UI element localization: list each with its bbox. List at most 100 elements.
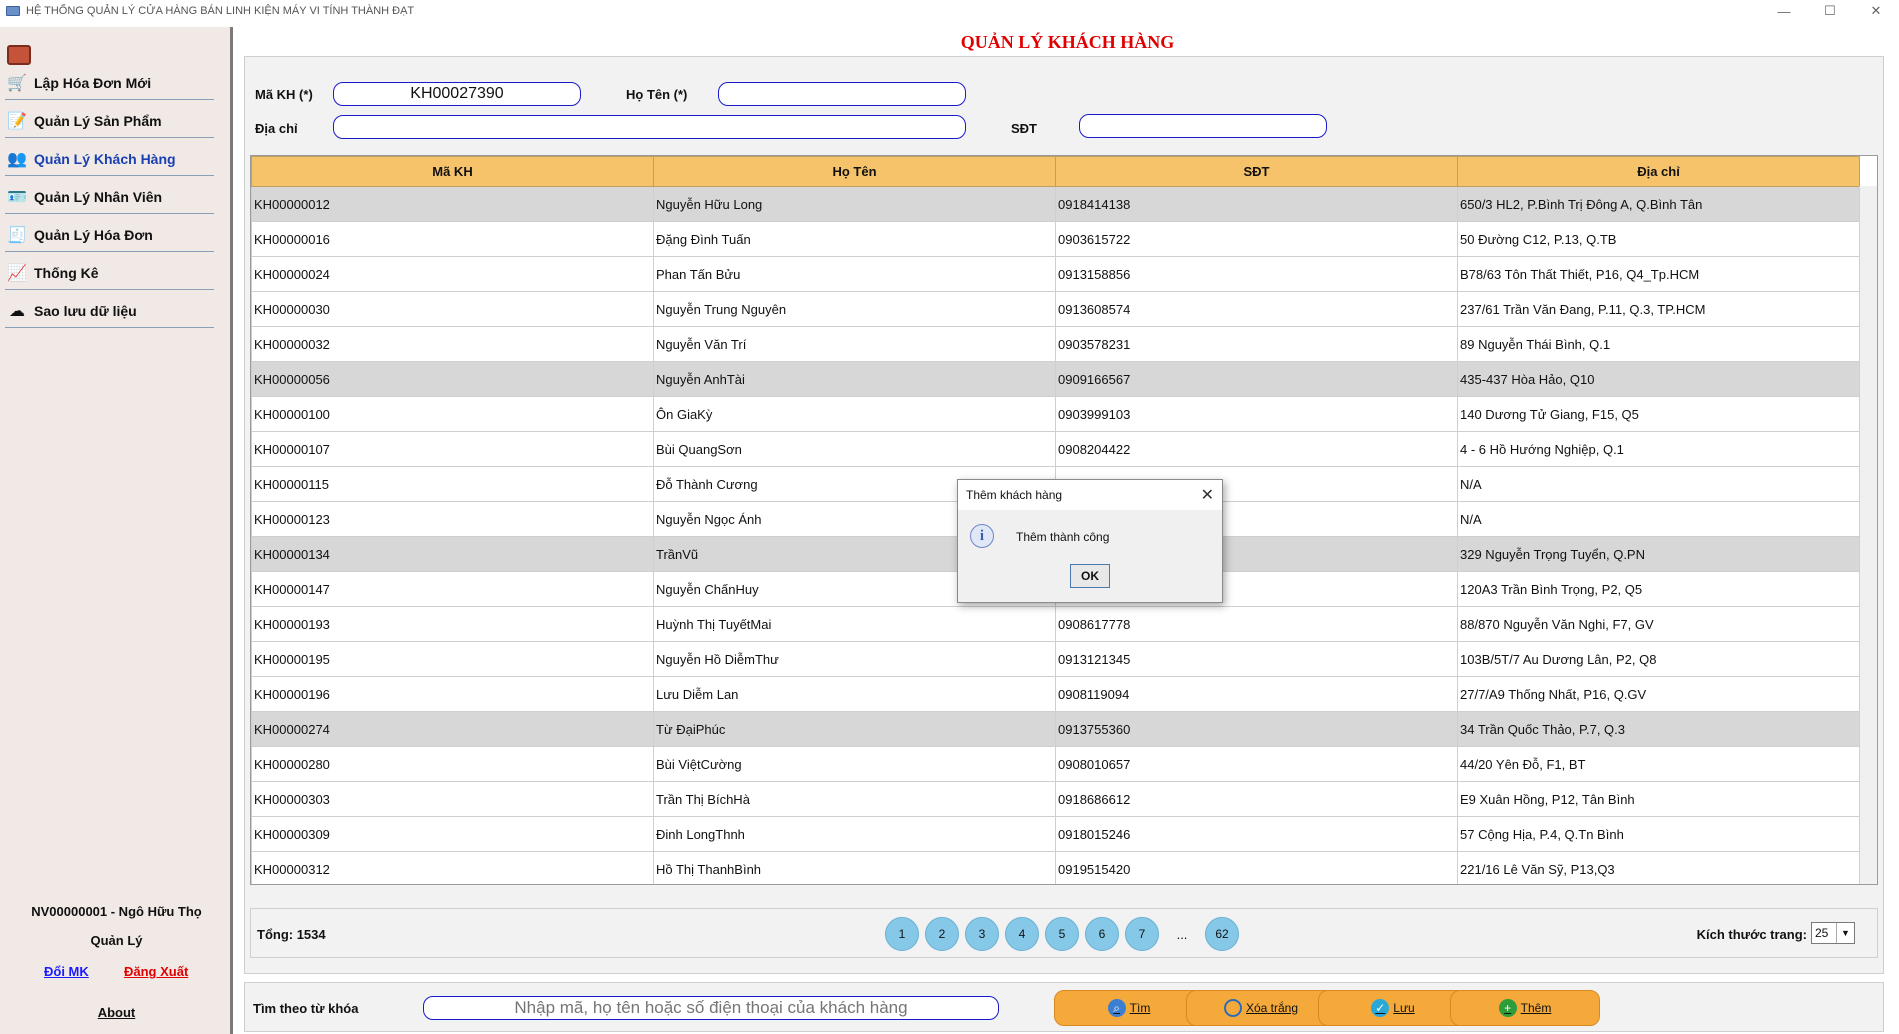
ho-ten-field[interactable] <box>718 82 966 106</box>
table-cell: KH00000016 <box>251 221 654 257</box>
table-row[interactable]: KH00000193 Huỳnh Thị TuyếtMai 0908617778 88… <box>251 606 1860 642</box>
table-cell: Từ ĐạiPhúc <box>653 711 1056 747</box>
table-cell: 0908010657 <box>1055 746 1458 782</box>
dia-chi-label: Địa chỉ <box>255 121 298 136</box>
table-cell: Đinh LongThnh <box>653 816 1056 852</box>
sidebar-item-products[interactable]: 📝 Quản Lý Sản Phẩm <box>5 104 214 138</box>
save-button[interactable]: ✓ Lưu <box>1318 990 1468 1026</box>
pagination-bar: Tổng: 1534 1 2 3 4 5 6 7 ... 62 Kích thư… <box>250 908 1878 958</box>
table-row[interactable]: KH00000012 Nguyễn Hữu Long 0918414138 650/3… <box>251 186 1860 222</box>
dialog-title: Thêm khách hàng <box>966 488 1063 502</box>
success-dialog: Thêm khách hàng ✕ i Thêm thành công OK <box>957 479 1223 603</box>
table-cell: 435-437 Hòa Hảo, Q10 <box>1457 361 1860 397</box>
sidebar-item-backup[interactable]: ☁ Sao lưu dữ liệu <box>5 294 214 328</box>
ho-ten-label: Họ Tên (*) <box>626 87 688 102</box>
table-row[interactable]: KH00000303 Trần Thị BíchHà 0918686612 E9 Xu… <box>251 781 1860 817</box>
clear-button[interactable]: Xóa trắng <box>1186 990 1336 1026</box>
table-row[interactable]: KH00000100 Ôn GiaKỳ 0903999103 140 Dương Tử… <box>251 396 1860 432</box>
table-row[interactable]: KH00000312 Hồ Thị ThanhBình 0919515420 221/… <box>251 851 1860 884</box>
page-button-1[interactable]: 1 <box>885 917 919 951</box>
page-button-3[interactable]: 3 <box>965 917 999 951</box>
table-scrollbar[interactable] <box>1859 186 1877 884</box>
minimize-icon[interactable]: — <box>1761 0 1807 22</box>
table-cell: 0918686612 <box>1055 781 1458 817</box>
table-row[interactable]: KH00000309 Đinh LongThnh 0918015246 57 Cộng… <box>251 816 1860 852</box>
page-button-6[interactable]: 6 <box>1085 917 1119 951</box>
maximize-icon[interactable]: ☐ <box>1807 0 1853 22</box>
table-cell: 0903999103 <box>1055 396 1458 432</box>
page-button-4[interactable]: 4 <box>1005 917 1039 951</box>
table-cell: 103B/5T/7 Au Dương Lân, P2, Q8 <box>1457 641 1860 677</box>
page-button-2[interactable]: 2 <box>925 917 959 951</box>
table-cell: 27/7/A9 Thống Nhất, P16, Q.GV <box>1457 676 1860 712</box>
ma-kh-field[interactable] <box>333 82 581 106</box>
table-row[interactable]: KH00000056 Nguyễn AnhTài 0909166567 435-437… <box>251 361 1860 397</box>
table-row[interactable]: KH00000032 Nguyễn Văn Trí 0903578231 89 Ngu… <box>251 326 1860 362</box>
table-cell: Nguyễn Hồ DiễmThư <box>653 641 1056 677</box>
table-cell: 0908204422 <box>1055 431 1458 467</box>
table-row[interactable]: KH00000024 Phan Tấn Bửu 0913158856 B78/63 T… <box>251 256 1860 292</box>
table-row[interactable]: KH00000107 Bùi QuangSơn 0908204422 4 - 6 Hồ… <box>251 431 1860 467</box>
table-cell: Ôn GiaKỳ <box>653 396 1056 432</box>
find-button[interactable]: ⌕ Tìm <box>1054 990 1204 1026</box>
table-cell: KH00000309 <box>251 816 654 852</box>
table-cell: 329 Nguyễn Trọng Tuyển, Q.PN <box>1457 536 1860 572</box>
table-row[interactable]: KH00000030 Nguyễn Trung Nguyên 0913608574 2… <box>251 291 1860 327</box>
ma-kh-label: Mã KH (*) <box>255 87 313 102</box>
table-row[interactable]: KH00000196 Lưu Diễm Lan 0908119094 27/7/A9 … <box>251 676 1860 712</box>
sidebar-item-create-invoice[interactable]: 🛒 Lập Hóa Đơn Mới <box>5 66 214 100</box>
page-ellipsis: ... <box>1176 926 1188 942</box>
column-header-ho-ten[interactable]: Họ Tên <box>653 156 1056 187</box>
table-cell: 0913608574 <box>1055 291 1458 327</box>
sidebar-item-label: Thống Kê <box>34 264 99 281</box>
table-cell: E9 Xuân Hồng, P12, Tân Bình <box>1457 781 1860 817</box>
sidebar-item-invoices[interactable]: 🧾 Quản Lý Hóa Đơn <box>5 218 214 252</box>
add-button[interactable]: + Thêm <box>1450 990 1600 1026</box>
close-icon[interactable]: ✕ <box>1201 485 1214 505</box>
sidebar-item-customers[interactable]: 👥 Quản Lý Khách Hàng <box>5 142 214 176</box>
dia-chi-field[interactable] <box>333 115 966 139</box>
page-button-5[interactable]: 5 <box>1045 917 1079 951</box>
search-input[interactable] <box>423 996 999 1020</box>
sidebar-item-label: Sao lưu dữ liệu <box>34 302 137 319</box>
chevron-down-icon[interactable]: ▼ <box>1836 923 1854 943</box>
table-row[interactable]: KH00000274 Từ ĐạiPhúc 0913755360 34 Trần Qu… <box>251 711 1860 747</box>
table-cell: N/A <box>1457 501 1860 537</box>
refresh-icon <box>1223 999 1242 1017</box>
close-icon[interactable]: ✕ <box>1853 0 1899 22</box>
sidebar-item-employees[interactable]: 🪪 Quản Lý Nhân Viên <box>5 180 214 214</box>
table-row[interactable]: KH00000280 Bùi ViệtCường 0908010657 44/20 Y… <box>251 746 1860 782</box>
table-cell: Bùi QuangSơn <box>653 431 1056 467</box>
table-cell: 0913121345 <box>1055 641 1458 677</box>
column-header-ma-kh[interactable]: Mã KH <box>251 156 654 187</box>
clear-button-label: Xóa trắng <box>1245 1001 1299 1015</box>
table-cell: Nguyễn Hữu Long <box>653 186 1056 222</box>
ok-button[interactable]: OK <box>1070 564 1110 588</box>
table-cell: KH00000024 <box>251 256 654 292</box>
column-header-dia-chi[interactable]: Địa chỉ <box>1457 156 1860 187</box>
page-button-7[interactable]: 7 <box>1125 917 1159 951</box>
window-title: HỆ THỐNG QUẢN LÝ CỬA HÀNG BÁN LINH KIỆN … <box>26 5 415 17</box>
change-password-link[interactable]: Đổi MK <box>44 964 89 979</box>
edit-document-icon: 📝 <box>7 112 27 130</box>
search-icon: ⌕ <box>1107 999 1126 1017</box>
sidebar: 🛒 Lập Hóa Đơn Mới 📝 Quản Lý Sản Phẩm 👥 Q… <box>0 27 233 1034</box>
employee-card-icon: 🪪 <box>7 188 27 206</box>
sidebar-item-label: Quản Lý Khách Hàng <box>34 150 176 167</box>
table-row[interactable]: KH00000016 Đặng Đình Tuấn 0903615722 50 Đườ… <box>251 221 1860 257</box>
sidebar-item-statistics[interactable]: 📈 Thống Kê <box>5 256 214 290</box>
page-size-select[interactable]: 25 ▼ <box>1811 922 1855 944</box>
table-cell: 0903615722 <box>1055 221 1458 257</box>
window-title-bar: HỆ THỐNG QUẢN LÝ CỬA HÀNG BÁN LINH KIỆN … <box>0 0 1899 22</box>
table-row[interactable]: KH00000195 Nguyễn Hồ DiễmThư 0913121345 103… <box>251 641 1860 677</box>
table-cell: 0919515420 <box>1055 851 1458 884</box>
table-cell: Đặng Đình Tuấn <box>653 221 1056 257</box>
table-cell: Nguyễn Văn Trí <box>653 326 1056 362</box>
column-header-sdt[interactable]: SĐT <box>1055 156 1458 187</box>
table-cell: KH00000100 <box>251 396 654 432</box>
sdt-field[interactable] <box>1079 114 1327 138</box>
page-button-last[interactable]: 62 <box>1205 917 1239 951</box>
logout-link[interactable]: Đăng Xuất <box>124 964 188 979</box>
about-link[interactable]: About <box>0 1005 233 1020</box>
table-cell: 0913158856 <box>1055 256 1458 292</box>
